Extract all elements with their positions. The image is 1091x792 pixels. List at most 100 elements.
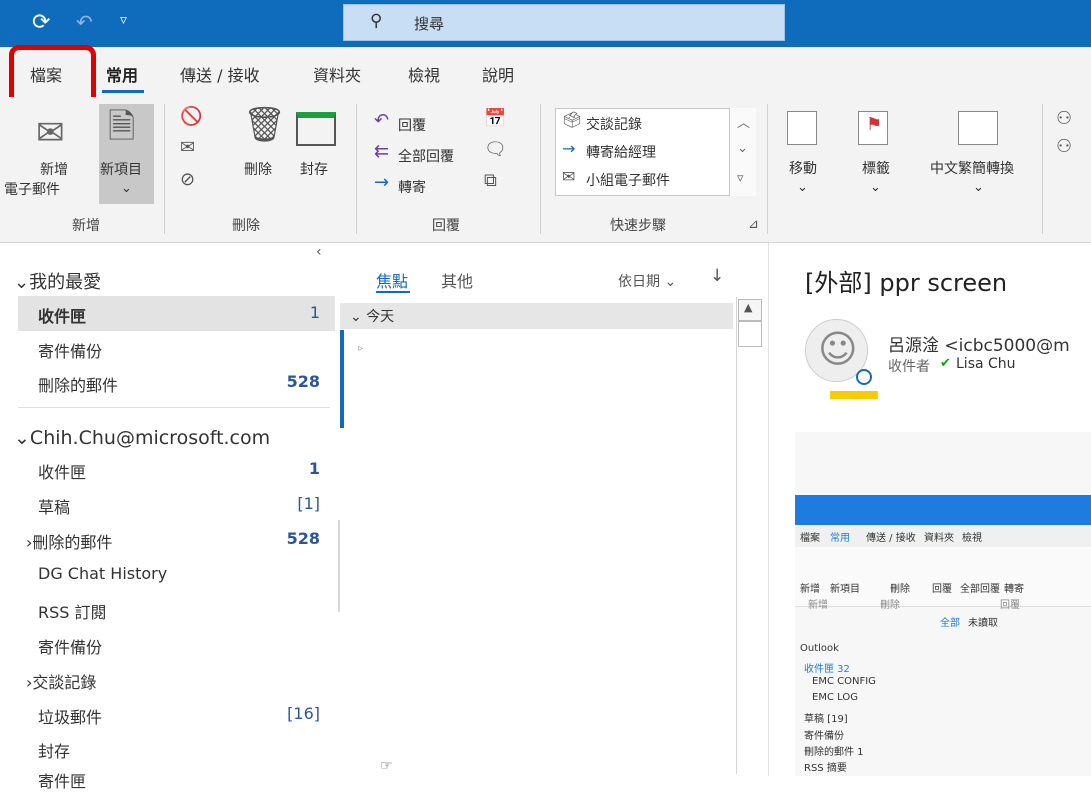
- folder-item[interactable]: ›刪除的郵件: [26, 529, 112, 553]
- scroll-down-icon[interactable]: ⌄: [737, 141, 748, 156]
- chevron-down-icon[interactable]: ⌄: [121, 181, 132, 196]
- new-item-icon: 🗎: [108, 107, 136, 147]
- embedded-group-label: 刪除: [880, 600, 900, 611]
- tab-view[interactable]: 檢視: [408, 62, 440, 86]
- group-today-label: 今天: [366, 309, 395, 325]
- embedded-tab: 資料夾: [924, 533, 954, 544]
- folder-item[interactable]: DG Chat History: [38, 564, 167, 583]
- folder-item[interactable]: 封存: [38, 738, 70, 762]
- folder-item[interactable]: ›交談記錄: [26, 669, 96, 693]
- group-icon[interactable]: ⚇: [1056, 110, 1072, 128]
- group-header-today[interactable]: [340, 303, 733, 329]
- search-placeholder: 搜尋: [414, 15, 445, 33]
- scroll-thumb[interactable]: [738, 321, 762, 347]
- collapse-pane-icon[interactable]: ‹: [316, 244, 322, 260]
- folder-item[interactable]: 垃圾郵件: [38, 704, 102, 728]
- folder-item[interactable]: 草稿: [38, 494, 70, 518]
- checkmark-icon: ✔: [940, 356, 951, 371]
- active-tab-underline: [102, 90, 144, 93]
- delete-label[interactable]: 刪除: [244, 159, 272, 179]
- message-subject: [外部] ppr screen: [805, 269, 1008, 297]
- scroll-up-icon[interactable]: ︿: [737, 112, 750, 131]
- folder-item-label: 刪除的郵件: [32, 533, 113, 552]
- sort-direction-icon[interactable]: ↓: [710, 266, 724, 286]
- delete-icon: 🗑: [243, 105, 287, 145]
- tab-home[interactable]: 常用: [106, 62, 138, 86]
- meeting-icon[interactable]: 📅: [484, 110, 506, 128]
- folder-item[interactable]: 寄件備份: [38, 338, 102, 362]
- tab-folder[interactable]: 資料夾: [313, 62, 361, 86]
- expand-gallery-icon[interactable]: ▿: [737, 171, 744, 186]
- group-icon[interactable]: ⚇: [1056, 138, 1072, 156]
- account-header-label: Chih.Chu@microsoft.com: [29, 427, 271, 449]
- dialog-launcher-icon[interactable]: ⊿: [748, 217, 759, 232]
- embedded-title-bar: [795, 495, 1091, 525]
- new-item-label[interactable]: 新項目: [100, 159, 142, 179]
- embedded-ribbon-label: 刪除: [890, 584, 910, 595]
- folder-item[interactable]: 寄件備份: [38, 634, 102, 658]
- favorites-header-label: 我的最愛: [29, 272, 102, 293]
- folder-item[interactable]: 刪除的郵件: [38, 372, 118, 396]
- chevron-down-icon[interactable]: ⌄: [797, 180, 808, 195]
- message-list-scrollbar[interactable]: [736, 297, 764, 774]
- more-respond-icon[interactable]: ⧉: [484, 172, 497, 190]
- quick-step-item[interactable]: 轉寄給經理: [586, 142, 656, 162]
- embedded-tab: 常用: [830, 533, 850, 544]
- group-divider: [164, 104, 165, 234]
- new-email-label-2[interactable]: 電子郵件: [4, 179, 60, 199]
- sort-by-date[interactable]: 依日期 ⌄: [618, 271, 676, 291]
- account-header[interactable]: ⌄Chih.Chu@microsoft.com: [14, 427, 270, 449]
- forward-label[interactable]: 轉寄: [398, 177, 426, 197]
- reply-all-label[interactable]: 全部回覆: [398, 146, 454, 166]
- junk-icon[interactable]: ⊘: [180, 171, 195, 189]
- sender-name[interactable]: 呂源淦 <icbc5000@m: [888, 331, 1070, 356]
- customize-quick-access-icon[interactable]: ▿: [120, 12, 127, 28]
- conversation-history-icon: 🗳: [562, 110, 583, 129]
- person-icon: ☺: [818, 327, 858, 371]
- im-icon[interactable]: 🗨: [484, 141, 507, 159]
- selected-message-indicator: [340, 330, 344, 428]
- reply-label[interactable]: 回覆: [398, 115, 426, 135]
- search-box[interactable]: ⚲ 搜尋: [343, 4, 785, 41]
- folder-item[interactable]: 寄件匣: [38, 768, 86, 792]
- embedded-ribbon-label: 轉寄: [1004, 584, 1024, 595]
- to-label: 收件者: [888, 359, 930, 375]
- ribbon-tab-bar: [0, 47, 1091, 97]
- folder-item[interactable]: 收件匣: [38, 459, 86, 483]
- move-icon: [787, 111, 817, 145]
- tags-label[interactable]: 標籤: [862, 158, 890, 178]
- chevron-down-icon[interactable]: ⌄: [973, 180, 984, 195]
- clean-up-icon[interactable]: ✉: [180, 139, 195, 157]
- tab-help[interactable]: 說明: [482, 62, 514, 86]
- folder-item[interactable]: 收件匣: [38, 303, 86, 327]
- recipient-name[interactable]: Lisa Chu: [956, 356, 1016, 372]
- group-label-reply: 回覆: [432, 218, 460, 234]
- favorites-header[interactable]: ⌄我的最愛: [14, 268, 101, 294]
- folder-item[interactable]: RSS 訂閱: [38, 599, 107, 623]
- embedded-tab: 傳送 / 接收: [866, 533, 916, 544]
- sync-icon[interactable]: ⟳: [32, 10, 50, 35]
- archive-label[interactable]: 封存: [300, 159, 328, 179]
- tab-focused[interactable]: 焦點: [376, 268, 408, 292]
- flag-icon: ▹: [358, 343, 364, 354]
- embedded-group-label: 回覆: [1000, 600, 1020, 611]
- move-label[interactable]: 移動: [789, 158, 817, 178]
- unread-count: [1]: [297, 494, 320, 513]
- folder-item-label: 交談記錄: [32, 673, 97, 692]
- undo-icon[interactable]: ↶: [76, 10, 93, 34]
- group-divider: [356, 104, 357, 234]
- tab-other[interactable]: 其他: [441, 268, 473, 292]
- embedded-folder: EMC CONFIG: [812, 676, 876, 687]
- new-email-label-1[interactable]: 新增: [40, 159, 68, 179]
- ignore-icon[interactable]: 🚫: [180, 108, 202, 126]
- chinese-conversion-label[interactable]: 中文繁簡轉換: [930, 158, 1014, 178]
- embedded-ribbon-label: 全部回覆: [960, 584, 1000, 595]
- chevron-down-icon[interactable]: ⌄: [870, 180, 881, 195]
- group-header-label: ⌄ 今天: [350, 309, 395, 325]
- embedded-group-label: 新增: [808, 600, 828, 611]
- unread-count: 528: [286, 529, 320, 548]
- quick-step-item[interactable]: 交談記錄: [586, 114, 642, 134]
- quick-step-item[interactable]: 小組電子郵件: [586, 170, 670, 190]
- convert-icon: [958, 111, 998, 145]
- tab-send-receive[interactable]: 傳送 / 接收: [180, 62, 260, 86]
